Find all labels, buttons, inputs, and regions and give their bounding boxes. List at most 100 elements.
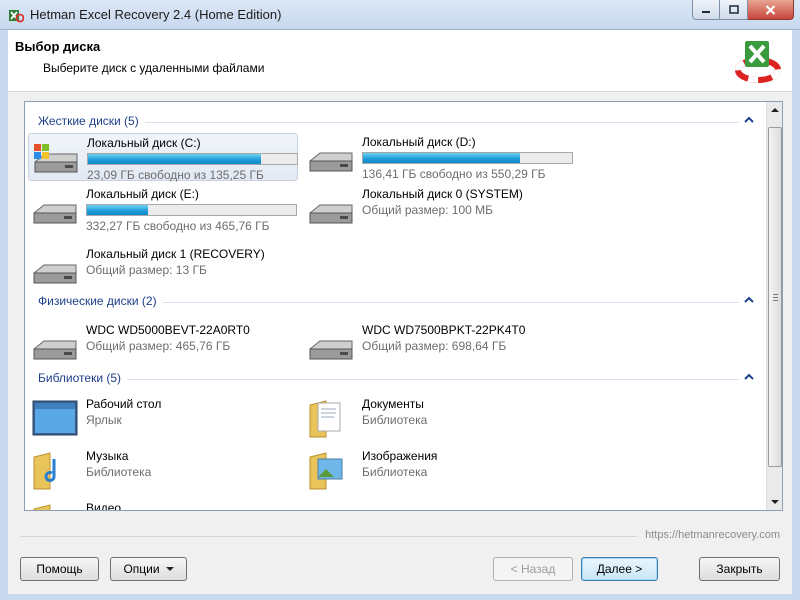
collapse-icon[interactable] bbox=[743, 371, 755, 383]
library-name: Рабочий стол bbox=[86, 397, 162, 411]
disk-total-size: Общий размер: 465,76 ГБ bbox=[86, 339, 231, 353]
footer-divider bbox=[20, 536, 637, 537]
scrollbar-thumb[interactable] bbox=[768, 127, 782, 467]
library-name: Документы bbox=[362, 397, 424, 411]
scroll-up-button[interactable] bbox=[767, 102, 782, 118]
disk-name: WDC WD7500BPKT-22PK4T0 bbox=[362, 323, 526, 337]
disk-usage-fill bbox=[363, 153, 520, 163]
video-folder-icon bbox=[33, 504, 51, 510]
caret-down-icon bbox=[165, 567, 174, 571]
disk-free-space: 136,41 ГБ свободно из 550,29 ГБ bbox=[362, 167, 546, 181]
library-item-documents[interactable]: Документы Библиотека bbox=[304, 395, 574, 443]
library-item-music[interactable]: Музыка Библиотека bbox=[28, 447, 298, 495]
hard-drive-icon bbox=[309, 204, 353, 224]
group-physical-disks-title: Физические диски (2) bbox=[38, 294, 163, 308]
hard-drive-icon bbox=[33, 340, 77, 360]
disk-list: Жесткие диски (5) Локальный диск (C:) 23… bbox=[25, 102, 765, 510]
grip-line bbox=[773, 294, 778, 295]
library-type: Библиотека bbox=[362, 465, 428, 479]
website-link[interactable]: https://hetmanrecovery.com bbox=[645, 529, 780, 541]
disk-item-e[interactable]: Локальный диск (E:) 332,27 ГБ свободно и… bbox=[28, 185, 298, 233]
disk-list-panel: Жесткие диски (5) Локальный диск (C:) 23… bbox=[24, 101, 783, 511]
grip-line bbox=[773, 300, 778, 301]
disk-usage-fill bbox=[87, 205, 148, 215]
disk-name: Локальный диск (C:) bbox=[87, 136, 201, 150]
app-icon bbox=[9, 10, 24, 23]
scroll-down-button[interactable] bbox=[767, 494, 782, 510]
library-item-desktop[interactable]: Рабочий стол Ярлык bbox=[28, 395, 298, 443]
wizard-body: Жесткие диски (5) Локальный диск (C:) 23… bbox=[8, 92, 792, 594]
group-physical-disks[interactable]: Физические диски (2) bbox=[25, 292, 765, 310]
disk-name: Локальный диск 1 (RECOVERY) bbox=[86, 247, 265, 261]
disk-item-c[interactable]: Локальный диск (C:) 23,09 ГБ свободно из… bbox=[28, 133, 298, 182]
disk-name: Локальный диск (D:) bbox=[362, 135, 476, 149]
options-label: Опции bbox=[123, 562, 160, 576]
hard-drive-icon bbox=[309, 152, 353, 172]
disk-free-space: 23,09 ГБ свободно из 135,25 ГБ bbox=[87, 168, 264, 182]
options-button[interactable]: Опции bbox=[110, 557, 187, 581]
disk-item-recovery[interactable]: Локальный диск 1 (RECOVERY) Общий размер… bbox=[28, 245, 298, 293]
disk-item-system[interactable]: Локальный диск 0 (SYSTEM) Общий размер: … bbox=[304, 185, 574, 233]
group-libraries[interactable]: Библиотеки (5) bbox=[25, 369, 765, 387]
wizard-header: Выбор диска Выберите диск с удаленными ф… bbox=[8, 30, 792, 92]
group-hard-disks[interactable]: Жесткие диски (5) bbox=[25, 112, 765, 130]
minimize-icon bbox=[702, 10, 710, 13]
hard-drive-icon bbox=[33, 264, 77, 284]
excel-recovery-logo bbox=[735, 41, 781, 83]
title-bar: Hetman Excel Recovery 2.4 (Home Edition) bbox=[0, 0, 800, 30]
music-folder-icon bbox=[33, 452, 56, 490]
vertical-scrollbar[interactable] bbox=[766, 102, 782, 510]
close-button[interactable]: Закрыть bbox=[699, 557, 780, 581]
library-item-pictures[interactable]: Изображения Библиотека bbox=[304, 447, 574, 495]
disk-name: Локальный диск (E:) bbox=[86, 187, 199, 201]
physical-disk-item[interactable]: WDC WD5000BEVT-22A0RT0 Общий размер: 465… bbox=[28, 321, 298, 369]
disk-item-d[interactable]: Локальный диск (D:) 136,41 ГБ свободно и… bbox=[304, 133, 574, 181]
grip-line bbox=[773, 297, 778, 298]
next-button[interactable]: Далее > bbox=[581, 557, 658, 581]
page-title: Выбор диска bbox=[15, 39, 101, 54]
page-subtitle: Выберите диск с удаленными файлами bbox=[43, 61, 265, 75]
desktop-icon bbox=[32, 400, 78, 436]
disk-usage-bar bbox=[362, 152, 573, 164]
disk-name: Локальный диск 0 (SYSTEM) bbox=[362, 187, 523, 201]
library-name: Музыка bbox=[86, 449, 129, 463]
physical-disk-item[interactable]: WDC WD7500BPKT-22PK4T0 Общий размер: 698… bbox=[304, 321, 574, 369]
disk-total-size: Общий размер: 698,64 ГБ bbox=[362, 339, 507, 353]
window-title: Hetman Excel Recovery 2.4 (Home Edition) bbox=[30, 7, 282, 22]
maximize-icon bbox=[728, 5, 739, 14]
hard-drive-icon bbox=[309, 340, 353, 360]
close-icon bbox=[765, 4, 776, 15]
help-button[interactable]: Помощь bbox=[20, 557, 99, 581]
library-type: Ярлык bbox=[86, 413, 122, 427]
disk-usage-bar bbox=[87, 153, 298, 165]
window-frame-left bbox=[0, 30, 8, 600]
window-frame-bottom bbox=[0, 594, 800, 600]
window-frame-right bbox=[792, 30, 800, 600]
group-hard-disks-title: Жесткие диски (5) bbox=[38, 114, 145, 128]
arrow-down-icon bbox=[771, 500, 779, 504]
library-name: Изображения bbox=[362, 449, 438, 463]
disk-total-size: Общий размер: 13 ГБ bbox=[86, 263, 207, 277]
library-type: Библиотека bbox=[362, 413, 428, 427]
pictures-folder-icon bbox=[309, 452, 343, 490]
disk-usage-fill bbox=[88, 154, 262, 164]
hard-drive-icon bbox=[33, 204, 77, 224]
collapse-icon[interactable] bbox=[743, 294, 755, 306]
library-item-video[interactable]: Видео bbox=[28, 499, 298, 510]
group-libraries-title: Библиотеки (5) bbox=[38, 371, 128, 385]
documents-folder-icon bbox=[309, 400, 341, 438]
group-divider bbox=[38, 379, 739, 380]
library-type: Библиотека bbox=[86, 465, 152, 479]
back-button[interactable]: < Назад bbox=[493, 557, 573, 581]
disk-free-space: 332,27 ГБ свободно из 465,76 ГБ bbox=[86, 219, 270, 233]
disk-name: WDC WD5000BEVT-22A0RT0 bbox=[86, 323, 250, 337]
library-name: Видео bbox=[86, 501, 122, 510]
disk-usage-bar bbox=[86, 204, 297, 216]
collapse-icon[interactable] bbox=[743, 114, 755, 126]
arrow-up-icon bbox=[771, 108, 779, 112]
close-window-button[interactable] bbox=[748, 0, 794, 20]
disk-total-size: Общий размер: 100 МБ bbox=[362, 203, 494, 217]
system-drive-icon bbox=[34, 144, 78, 173]
minimize-button[interactable] bbox=[692, 0, 720, 20]
maximize-button[interactable] bbox=[720, 0, 748, 20]
